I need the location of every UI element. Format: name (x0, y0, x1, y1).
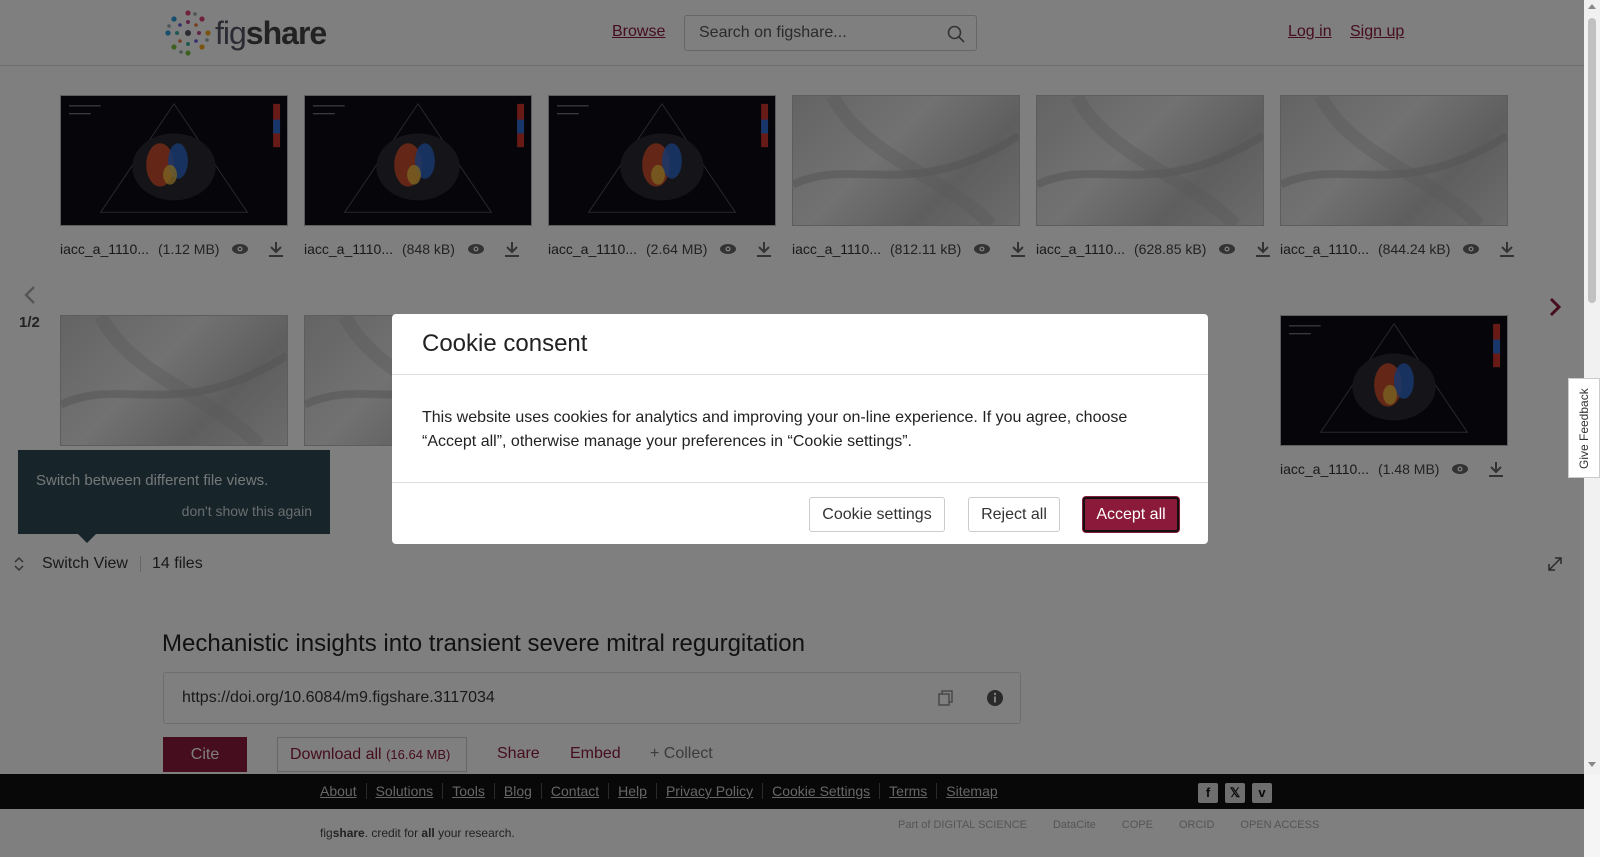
scroll-down-arrow[interactable] (1588, 762, 1596, 767)
scroll-thumb[interactable] (1588, 18, 1596, 303)
give-feedback-label: Give Feedback (1577, 388, 1591, 469)
accept-all-button[interactable]: Accept all (1083, 497, 1179, 532)
divider (392, 482, 1208, 483)
scroll-up-arrow[interactable] (1588, 4, 1596, 9)
cookie-consent-dialog: Cookie consent This website uses cookies… (392, 314, 1208, 544)
divider (392, 374, 1208, 375)
cookie-settings-button[interactable]: Cookie settings (809, 497, 945, 532)
cookie-dialog-body: This website uses cookies for analytics … (422, 409, 1128, 450)
give-feedback-tab[interactable]: Give Feedback (1568, 378, 1600, 478)
reject-all-button[interactable]: Reject all (968, 497, 1060, 532)
cookie-dialog-title: Cookie consent (422, 330, 588, 357)
